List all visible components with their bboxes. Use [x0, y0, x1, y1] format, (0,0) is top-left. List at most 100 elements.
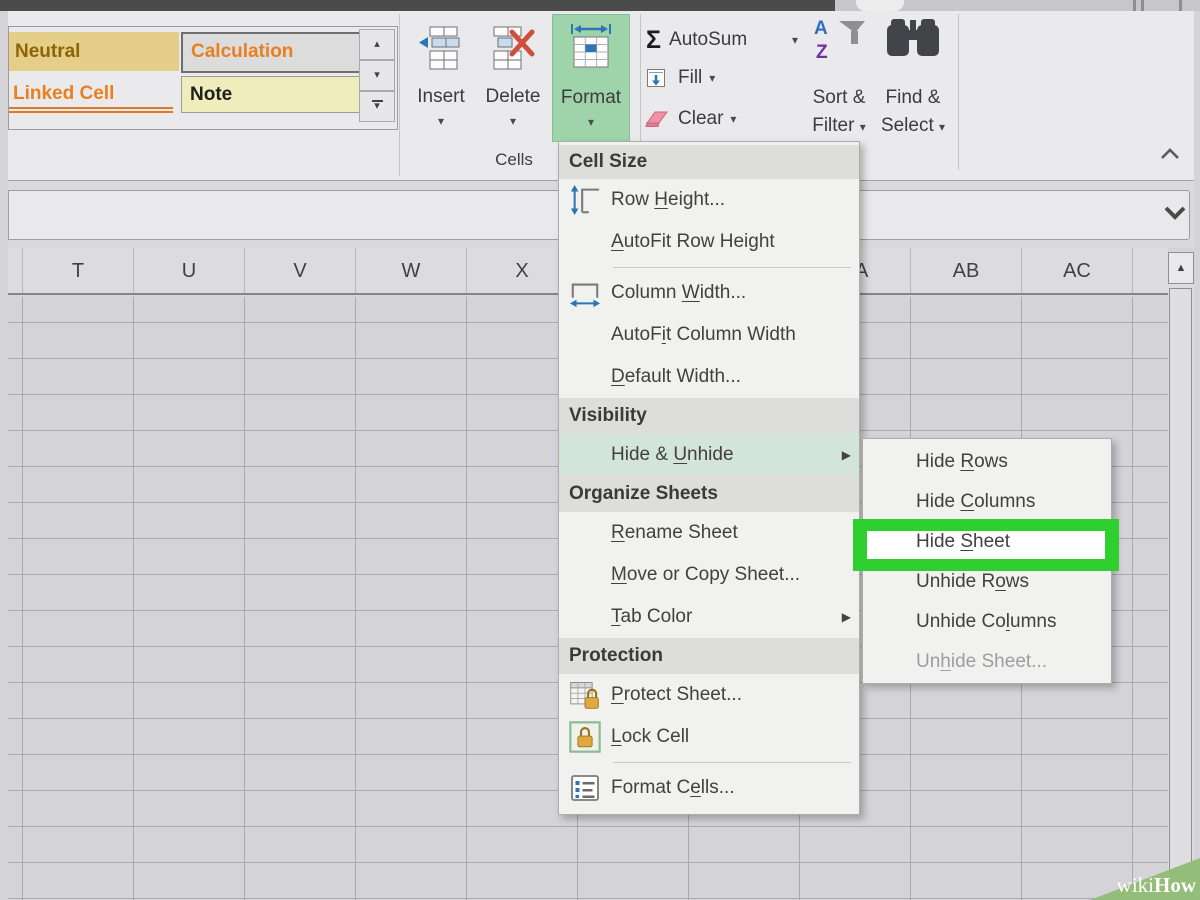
- up-triangle-icon: ▴: [374, 38, 380, 50]
- gallery-scroll-up-button[interactable]: ▴: [359, 29, 395, 60]
- dropdown-arrow-icon: ▾: [792, 33, 798, 47]
- clear-label: Clear: [678, 108, 723, 130]
- format-menu-rename-sheet[interactable]: Rename Sheet: [559, 512, 859, 554]
- autosum-label: AutoSum: [669, 29, 747, 51]
- format-menu-format-cells[interactable]: Format Cells...: [559, 767, 859, 809]
- format-menu-lock-cell[interactable]: Lock Cell: [559, 716, 859, 758]
- delete-button[interactable]: Delete ▾: [480, 14, 546, 140]
- lock-cell-icon: [569, 721, 601, 753]
- expand-formula-bar-button[interactable]: [1164, 206, 1188, 222]
- style-calculation[interactable]: Calculation: [181, 32, 365, 73]
- fill-button[interactable]: Fill ▾: [646, 66, 715, 90]
- dropdown-arrow-icon: ▾: [730, 112, 736, 126]
- column-header-ab[interactable]: AB: [910, 248, 1021, 293]
- down-triangle-icon: ▾: [374, 69, 380, 81]
- hide-submenu-hide-columns[interactable]: Hide Columns: [863, 482, 1111, 522]
- column-header-v[interactable]: V: [244, 248, 355, 293]
- format-menu-column-width[interactable]: Column Width...: [559, 272, 859, 314]
- wikihow-logo: wikiHow: [1117, 873, 1196, 898]
- fill-label: Fill: [678, 67, 702, 89]
- hide-unhide-submenu: Hide Rows Hide Columns Hide Sheet Unhide…: [862, 438, 1112, 684]
- top-chrome-tick: [1133, 0, 1136, 11]
- format-cells-icon: [567, 23, 615, 71]
- style-note[interactable]: Note: [181, 76, 365, 113]
- format-menu-autofit-row-height[interactable]: AutoFit Row Height: [559, 221, 859, 263]
- dropdown-arrow-icon: ▾: [860, 120, 866, 134]
- dropdown-arrow-icon: ▾: [480, 114, 546, 128]
- format-menu-row-height[interactable]: Row Height...: [559, 179, 859, 221]
- excel-screenshot: Neutral Calculation Linked Cell Note ▴ ▾…: [0, 0, 1200, 900]
- submenu-arrow-icon: ▶: [829, 434, 851, 476]
- scroll-up-button[interactable]: ▲: [1168, 252, 1194, 284]
- format-menu-tab-color[interactable]: Tab Color ▶: [559, 596, 859, 638]
- chevron-up-icon: [1160, 148, 1180, 160]
- clear-button[interactable]: Clear ▾: [644, 106, 736, 132]
- format-menu-visibility: Visibility: [559, 398, 859, 434]
- format-menu-cell-size: Cell Size: [559, 145, 859, 179]
- find-select-label: Find & Select ▾: [871, 84, 955, 141]
- gallery-more-button[interactable]: ▾: [359, 91, 395, 122]
- top-chrome-tick: [1179, 0, 1182, 11]
- scrollbar-thumb[interactable]: [1169, 288, 1192, 884]
- vertical-scrollbar[interactable]: ▲: [1168, 252, 1194, 900]
- up-triangle-icon: ▲: [1176, 262, 1187, 274]
- delete-label: Delete: [480, 86, 546, 108]
- delete-cells-icon: [490, 24, 536, 70]
- format-menu-hide-unhide[interactable]: Hide & Unhide ▶: [559, 434, 859, 476]
- protect-sheet-icon: [569, 679, 601, 711]
- dropdown-arrow-icon: ▾: [939, 120, 945, 134]
- down-triangle-icon: ▾: [360, 102, 394, 110]
- format-menu: Cell Size Row Height... AutoFit Row Heig…: [558, 141, 860, 815]
- menu-separator: [559, 758, 859, 767]
- collapse-ribbon-button[interactable]: [1160, 148, 1184, 164]
- format-menu-protect-sheet[interactable]: Protect Sheet...: [559, 674, 859, 716]
- submenu-arrow-icon: ▶: [829, 596, 851, 638]
- format-menu-default-width[interactable]: Default Width...: [559, 356, 859, 398]
- hide-submenu-hide-sheet[interactable]: Hide Sheet: [863, 522, 1111, 562]
- sort-filter-label: Sort & Filter ▾: [797, 84, 881, 141]
- column-header-spacer: [8, 248, 22, 293]
- linked-cell-underline: [9, 107, 173, 109]
- sort-filter-icon: [813, 16, 867, 62]
- menu-separator: [559, 263, 859, 272]
- dropdown-arrow-icon: ▾: [709, 71, 715, 85]
- style-linked-cell[interactable]: Linked Cell: [9, 74, 177, 107]
- gallery-scroll-controls: ▴ ▾ ▾: [359, 29, 395, 125]
- cells-group-label: Cells: [474, 150, 554, 170]
- binoculars-icon: [885, 16, 941, 60]
- find-select-button[interactable]: Find & Select ▾: [884, 16, 941, 60]
- sigma-icon: Σ: [646, 29, 661, 51]
- format-menu-protection: Protection: [559, 638, 859, 674]
- top-chrome-tab: [856, 0, 904, 11]
- group-separator: [399, 14, 400, 176]
- format-menu-autofit-column-width[interactable]: AutoFit Column Width: [559, 314, 859, 356]
- fill-down-icon: [646, 68, 666, 88]
- column-header-w[interactable]: W: [355, 248, 466, 293]
- gallery-scroll-down-button[interactable]: ▾: [359, 60, 395, 91]
- group-separator: [958, 14, 959, 170]
- insert-button[interactable]: Insert ▾: [408, 14, 474, 140]
- column-header-u[interactable]: U: [133, 248, 244, 293]
- format-menu-organize-sheets: Organize Sheets: [559, 476, 859, 512]
- hide-submenu-unhide-columns[interactable]: Unhide Columns: [863, 602, 1111, 642]
- row-height-icon: [569, 184, 601, 216]
- column-header-ac[interactable]: AC: [1021, 248, 1132, 293]
- cell-styles-gallery: Neutral Calculation Linked Cell Note ▴ ▾…: [8, 26, 398, 130]
- dropdown-arrow-icon: ▾: [553, 115, 629, 129]
- hide-submenu-hide-rows[interactable]: Hide Rows: [863, 442, 1111, 482]
- hide-submenu-unhide-sheet[interactable]: Unhide Sheet...: [863, 642, 1111, 682]
- chevron-down-icon: [1164, 206, 1186, 220]
- column-width-icon: [569, 277, 601, 309]
- autosum-button[interactable]: Σ AutoSum ▾: [646, 26, 798, 54]
- format-button[interactable]: Format ▾: [552, 14, 630, 142]
- eraser-icon: [644, 109, 670, 129]
- insert-label: Insert: [408, 86, 474, 108]
- sort-filter-button[interactable]: Sort & Filter ▾: [808, 16, 867, 62]
- style-neutral[interactable]: Neutral: [9, 32, 179, 71]
- insert-cells-icon: [418, 24, 464, 70]
- column-header-t[interactable]: T: [22, 248, 133, 293]
- format-menu-move-or-copy-sheet[interactable]: Move or Copy Sheet...: [559, 554, 859, 596]
- top-chrome-tick: [1141, 0, 1144, 11]
- top-chrome-strip: [0, 0, 835, 11]
- format-cells-icon: [569, 772, 601, 804]
